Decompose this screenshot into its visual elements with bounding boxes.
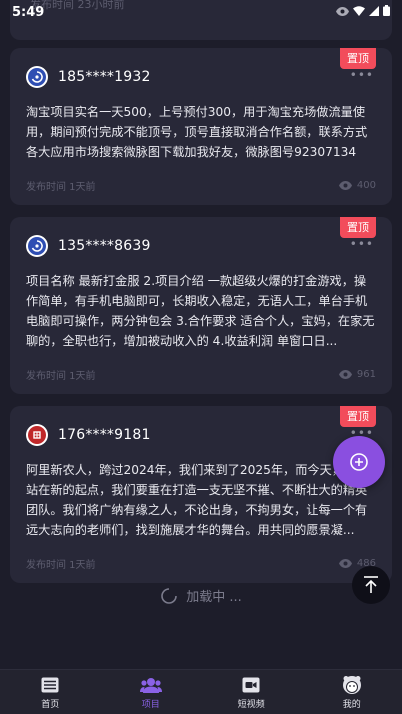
more-options-icon[interactable]: ••• bbox=[350, 68, 374, 82]
wifi-icon bbox=[353, 5, 365, 19]
post-time: 发布时间 1天前 bbox=[26, 371, 96, 382]
post-card[interactable]: 置顶 ••• 135****8639 项目名称 最新打金服 2.项目介绍 一款超… bbox=[10, 217, 392, 394]
username[interactable]: 135****8639 bbox=[58, 238, 151, 254]
username[interactable]: 176****9181 bbox=[58, 427, 151, 443]
tab-label: 首页 bbox=[41, 699, 60, 710]
tab-short-video[interactable]: 短视频 bbox=[211, 675, 291, 710]
view-count: 961 bbox=[338, 367, 376, 382]
battery-icon bbox=[383, 5, 390, 19]
group-icon bbox=[139, 675, 162, 695]
username[interactable]: 185****1932 bbox=[58, 69, 151, 85]
status-time: 5:49 bbox=[12, 4, 45, 20]
tab-home[interactable]: 首页 bbox=[10, 675, 90, 710]
signal-icon bbox=[369, 5, 379, 19]
more-options-icon[interactable]: ••• bbox=[350, 237, 374, 251]
status-icons bbox=[336, 5, 390, 19]
eye-icon bbox=[338, 181, 352, 190]
view-count: 400 bbox=[338, 178, 376, 193]
post-feed: 置顶 ••• 185****1932 淘宝项目实名一天500，上号预付300，用… bbox=[10, 48, 392, 595]
eye-icon bbox=[336, 6, 349, 19]
avatar[interactable] bbox=[26, 235, 48, 257]
list-icon bbox=[39, 675, 61, 695]
post-card[interactable]: 置顶 ••• 176****9181 阿里新农人，跨过2024年，我们来到了20… bbox=[10, 406, 392, 583]
post-card[interactable]: 置顶 ••• 185****1932 淘宝项目实名一天500，上号预付300，用… bbox=[10, 48, 392, 205]
pinned-badge: 置顶 bbox=[340, 406, 376, 427]
pinned-badge: 置顶 bbox=[340, 48, 376, 69]
logo-icon bbox=[31, 71, 43, 83]
loading-text: 加载中 ... bbox=[186, 590, 242, 605]
plus-circle-icon bbox=[350, 453, 368, 471]
logo-icon bbox=[31, 240, 43, 252]
avatar[interactable] bbox=[26, 424, 48, 446]
profile-icon bbox=[341, 675, 363, 695]
tab-label: 项目 bbox=[141, 699, 160, 710]
eye-icon bbox=[338, 370, 352, 379]
bottom-tab-bar: 首页 项目 短视频 我的 bbox=[0, 669, 402, 714]
avatar[interactable] bbox=[26, 66, 48, 88]
video-icon bbox=[240, 675, 262, 695]
post-content[interactable]: 阿里新农人，跨过2024年，我们来到了2025年，而今天，我们站在新的起点，我们… bbox=[26, 460, 376, 540]
tab-projects[interactable]: 项目 bbox=[111, 675, 191, 710]
view-number: 961 bbox=[356, 369, 376, 380]
arrow-up-icon bbox=[364, 576, 378, 593]
post-time: 发布时间 1天前 bbox=[26, 182, 96, 193]
eye-icon bbox=[338, 559, 352, 568]
add-post-button[interactable] bbox=[333, 436, 385, 488]
post-content[interactable]: 项目名称 最新打金服 2.项目介绍 一款超级火爆的打金游戏，操作简单，有手机电脑… bbox=[26, 271, 376, 351]
loading-indicator: 加载中 ... bbox=[0, 586, 402, 605]
tab-label: 短视频 bbox=[237, 699, 265, 710]
tab-label: 我的 bbox=[342, 699, 361, 710]
back-to-top-button[interactable] bbox=[352, 566, 390, 604]
logo-icon bbox=[33, 431, 41, 439]
spinner-icon bbox=[161, 587, 178, 604]
pinned-badge: 置顶 bbox=[340, 217, 376, 238]
post-time: 发布时间 1天前 bbox=[26, 560, 96, 571]
post-content[interactable]: 淘宝项目实名一天500，上号预付300，用于淘宝充场做流量使用，期间预付完成不能… bbox=[26, 102, 376, 162]
tab-profile[interactable]: 我的 bbox=[312, 675, 392, 710]
status-bar: 5:49 bbox=[0, 0, 402, 24]
view-number: 400 bbox=[356, 180, 376, 191]
